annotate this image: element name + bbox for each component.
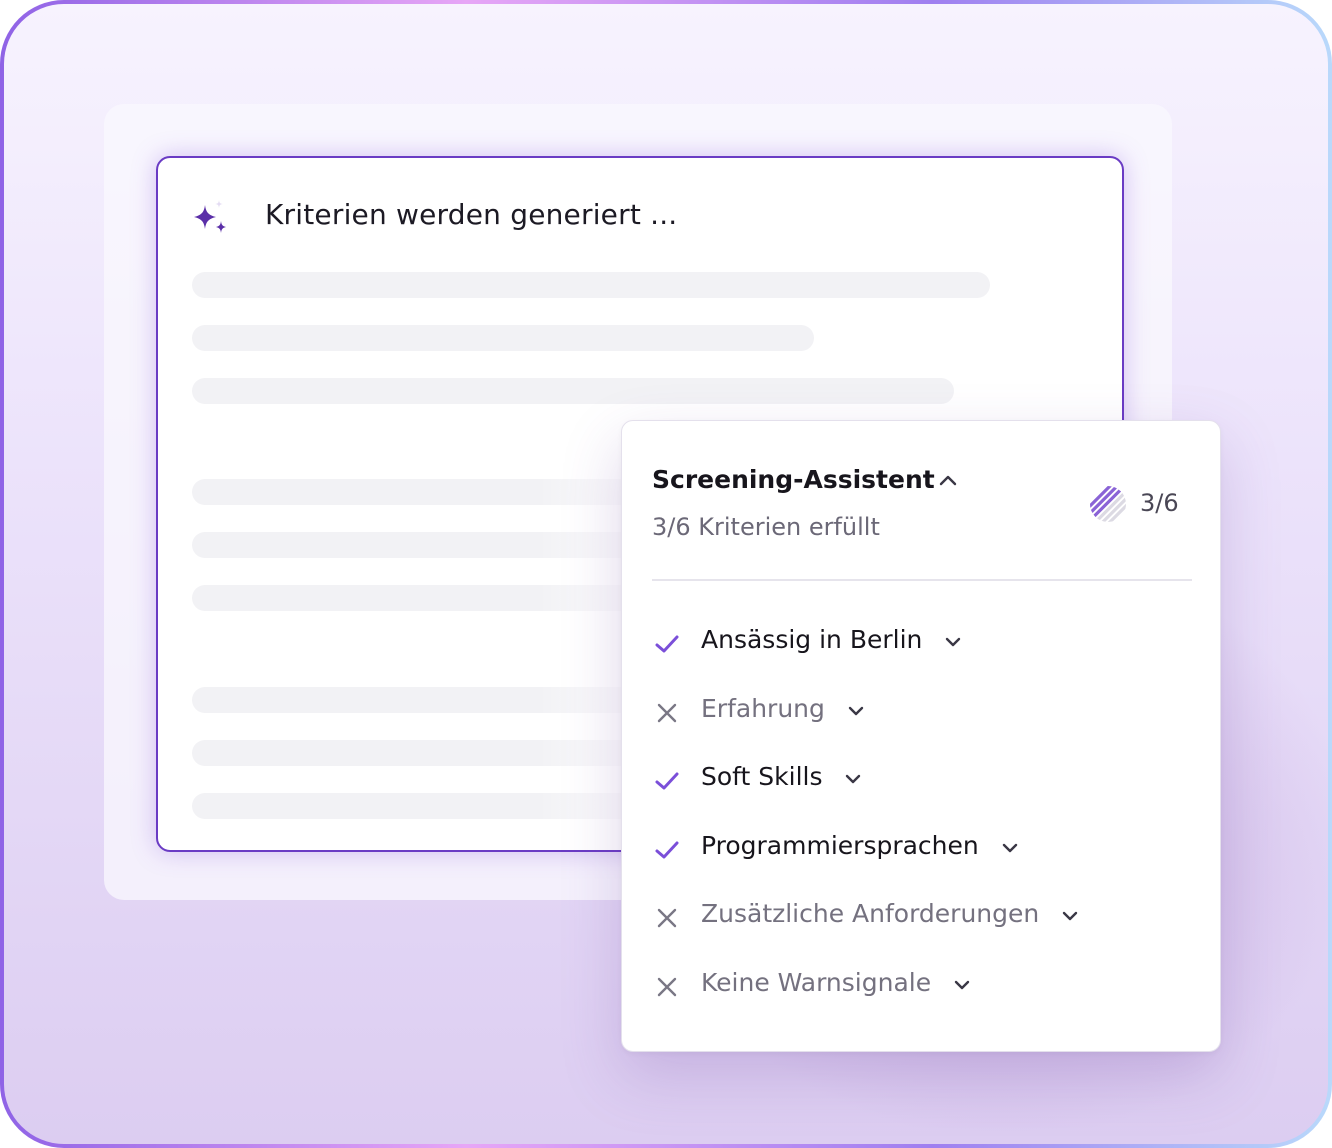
- skeleton-line: [192, 272, 990, 298]
- criterion-label: Programmiersprachen: [701, 830, 979, 860]
- sparkle-icon: [194, 200, 226, 233]
- criterion-item[interactable]: Erfahrung: [652, 692, 1192, 732]
- chevron-down-icon[interactable]: [953, 979, 971, 991]
- criterion-item[interactable]: Programmiersprachen: [652, 829, 1192, 869]
- close-icon: [657, 909, 677, 928]
- criteria-summary: 3/6 Kriterien erfüllt: [652, 513, 880, 541]
- criterion-label: Soft Skills: [701, 762, 823, 792]
- screening-assistant-panel: Screening-Assistent 3/6 Kriterien erfüll…: [621, 420, 1221, 1052]
- outer-frame: Kriterien werden generiert ... Screening…: [0, 0, 1332, 1148]
- progress-stripes-icon: [1090, 486, 1126, 522]
- criterion-label: Ansässig in Berlin: [701, 625, 923, 654]
- check-icon: [655, 635, 679, 653]
- check-icon: [655, 841, 679, 859]
- close-icon: [657, 703, 677, 722]
- criterion-item[interactable]: Keine Warnsignale: [652, 966, 1192, 1006]
- chevron-down-icon[interactable]: [1001, 842, 1019, 854]
- criterion-item[interactable]: Zusätzliche Anforderungen: [652, 897, 1192, 937]
- assistant-title[interactable]: Screening-Assistent: [652, 465, 935, 494]
- chevron-down-icon[interactable]: [847, 705, 865, 717]
- criterion-item[interactable]: Soft Skills: [652, 760, 1192, 800]
- progress-count: 3/6: [1140, 489, 1179, 517]
- criterion-label: Erfahrung: [701, 693, 825, 723]
- close-icon: [657, 977, 677, 997]
- chevron-up-icon[interactable]: [938, 473, 958, 487]
- skeleton-line: [192, 378, 954, 404]
- generation-status-title: Kriterien werden generiert ...: [265, 198, 678, 231]
- chevron-down-icon[interactable]: [944, 636, 962, 648]
- check-icon: [655, 772, 679, 790]
- chevron-down-icon[interactable]: [1061, 910, 1079, 922]
- divider: [652, 579, 1192, 581]
- frame-background: Kriterien werden generiert ... Screening…: [4, 4, 1328, 1144]
- skeleton-line: [192, 325, 814, 351]
- criterion-item[interactable]: Ansässig in Berlin: [652, 623, 1192, 663]
- criterion-label: Keine Warnsignale: [701, 968, 932, 997]
- chevron-down-icon[interactable]: [844, 773, 862, 785]
- criterion-label: Zusätzliche Anforderungen: [701, 899, 1040, 929]
